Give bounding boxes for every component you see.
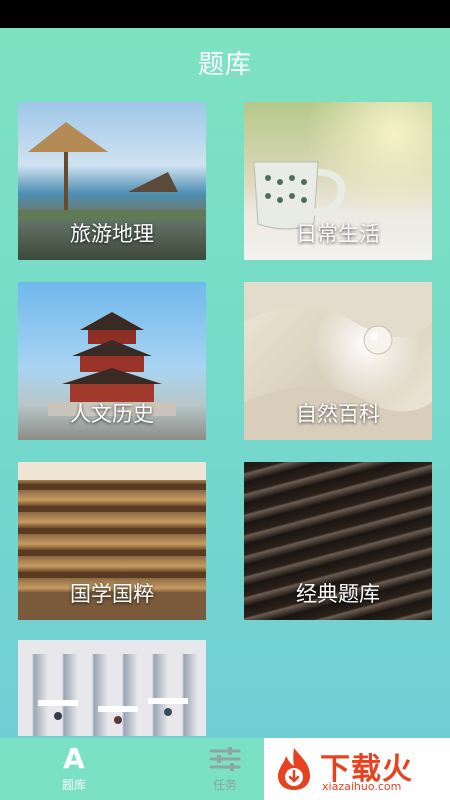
- tab-label: 题库: [61, 778, 86, 792]
- category-tile-history[interactable]: 人文历史: [18, 282, 206, 440]
- tab-label: 任务: [212, 778, 237, 792]
- tile-label: 经典题库: [296, 582, 380, 606]
- library-photo: [18, 640, 206, 736]
- tile-label: 国学国粹: [70, 582, 154, 606]
- category-tile-guoxue[interactable]: 国学国粹: [18, 462, 206, 620]
- sliders-icon: [188, 744, 262, 774]
- letter-a-icon: A: [63, 742, 85, 775]
- tile-label: 人文历史: [70, 402, 154, 426]
- tile-label: 自然百科: [296, 402, 380, 426]
- tab-tasks[interactable]: 任务: [188, 738, 262, 800]
- tile-label: 日常生活: [296, 222, 380, 246]
- status-bar: [0, 0, 450, 28]
- category-tile-library[interactable]: [18, 640, 206, 736]
- category-tile-daily[interactable]: 日常生活: [244, 102, 432, 260]
- tab-question-bank[interactable]: A 题库: [37, 738, 111, 800]
- page-title: 题库: [197, 50, 252, 80]
- bottom-tab-bar: A 题库 任务 下载火 xiazaihuo.com: [0, 738, 450, 800]
- category-tile-classic[interactable]: 经典题库: [244, 462, 432, 620]
- watermark-domain: xiazaihuo.com: [322, 780, 402, 793]
- watermark-badge: 下载火 xiazaihuo.com: [264, 738, 450, 800]
- category-tile-travel[interactable]: 旅游地理: [18, 102, 206, 260]
- category-tile-nature[interactable]: 自然百科: [244, 282, 432, 440]
- tile-label: 旅游地理: [70, 222, 154, 246]
- flame-logo-icon: [278, 748, 310, 790]
